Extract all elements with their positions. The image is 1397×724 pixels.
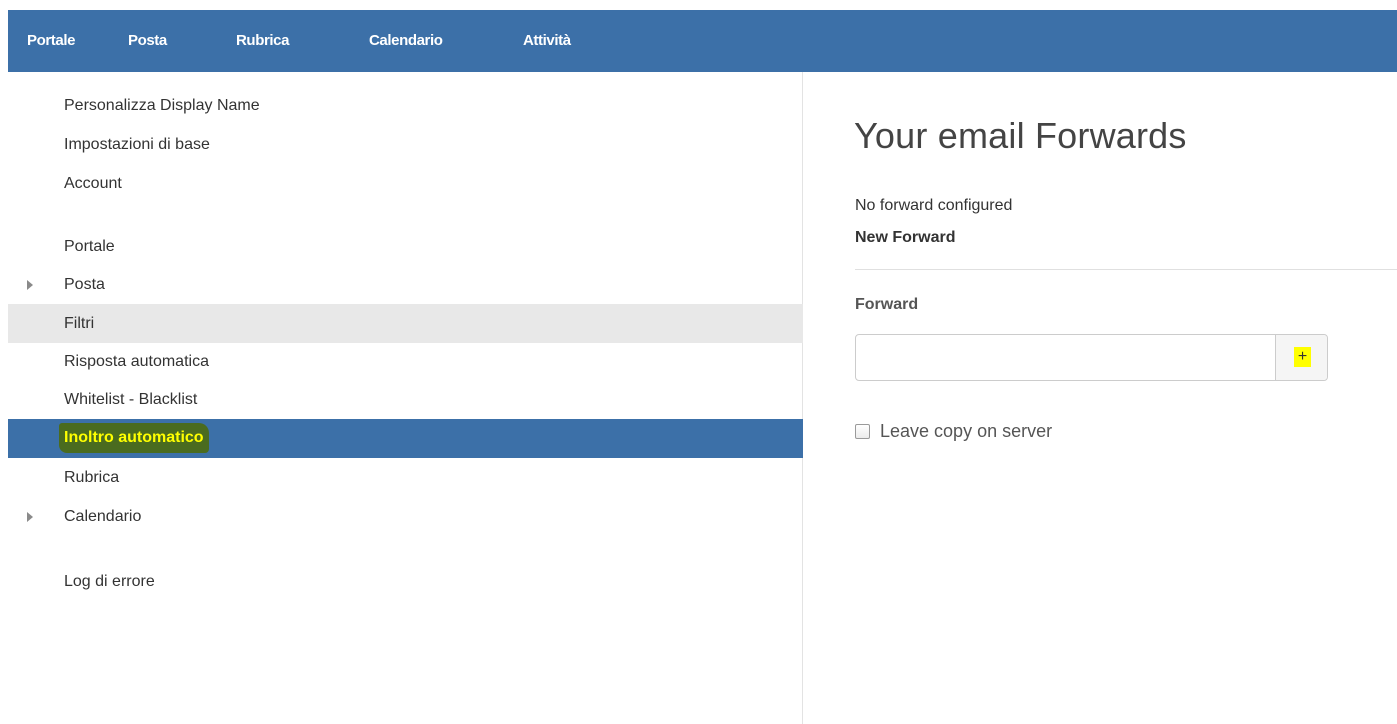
page-title: Your email Forwards (854, 115, 1187, 156)
sidebar-item-portale[interactable]: Portale (8, 227, 803, 266)
sidebar-item-rubrica[interactable]: Rubrica (8, 458, 803, 497)
sidebar-item-personalizza-display-name[interactable]: Personalizza Display Name (8, 86, 803, 125)
sidebar-item-log-di-errore[interactable]: Log di errore (8, 562, 803, 601)
sidebar-item-label: Filtri (64, 315, 95, 332)
plus-icon: + (1294, 347, 1311, 367)
forward-settings-panel: Your email Forwards No forward configure… (804, 72, 1397, 724)
leave-copy-checkbox[interactable] (855, 423, 870, 439)
sidebar-item-label: Personalizza Display Name (64, 97, 260, 114)
divider (855, 269, 1397, 270)
add-forward-button[interactable]: + (1275, 335, 1327, 380)
sidebar-item-label: Risposta automatica (64, 353, 209, 370)
nav-calendario[interactable]: Calendario (369, 10, 443, 72)
caret-right-icon[interactable] (27, 512, 33, 522)
sidebar-item-label: Rubrica (64, 469, 120, 486)
sidebar-item-label: Whitelist - Blacklist (64, 391, 198, 408)
sidebar-item-label: Inoltro automatico (59, 423, 209, 453)
sidebar-item-label: Account (64, 175, 122, 192)
sidebar-item-label: Calendario (64, 508, 142, 525)
status-text: No forward configured (855, 197, 1013, 214)
sidebar-item-label: Portale (64, 238, 115, 255)
new-forward-heading: New Forward (855, 229, 956, 246)
leave-copy-label[interactable]: Leave copy on server (880, 421, 1052, 442)
sidebar-item-calendario[interactable]: Calendario (8, 497, 803, 536)
caret-right-icon[interactable] (27, 280, 33, 290)
nav-rubrica[interactable]: Rubrica (236, 10, 289, 72)
sidebar-item-impostazioni-di-base[interactable]: Impostazioni di base (8, 125, 803, 164)
nav-posta[interactable]: Posta (128, 10, 167, 72)
sidebar-item-inoltro-automatico[interactable]: Inoltro automatico (8, 419, 803, 458)
top-navigation-bar: Portale Posta Rubrica Calendario Attivit… (8, 10, 1397, 72)
settings-sidebar: Personalizza Display Name Impostazioni d… (8, 72, 803, 724)
forward-input-group: + (855, 334, 1328, 381)
sidebar-item-whitelist-blacklist[interactable]: Whitelist - Blacklist (8, 380, 803, 419)
sidebar-item-filtri[interactable]: Filtri (8, 304, 803, 343)
sidebar-item-label: Log di errore (64, 573, 155, 590)
sidebar-item-risposta-automatica[interactable]: Risposta automatica (8, 342, 803, 381)
nav-portale[interactable]: Portale (27, 10, 75, 72)
forward-input[interactable] (856, 335, 1275, 380)
leave-copy-row: Leave copy on server (855, 420, 1052, 442)
sidebar-item-label: Impostazioni di base (64, 136, 210, 153)
sidebar-item-account[interactable]: Account (8, 164, 803, 203)
sidebar-item-posta[interactable]: Posta (8, 265, 803, 304)
forward-label: Forward (855, 296, 919, 313)
nav-attivita[interactable]: Attività (523, 10, 571, 72)
sidebar-item-label: Posta (64, 276, 105, 293)
